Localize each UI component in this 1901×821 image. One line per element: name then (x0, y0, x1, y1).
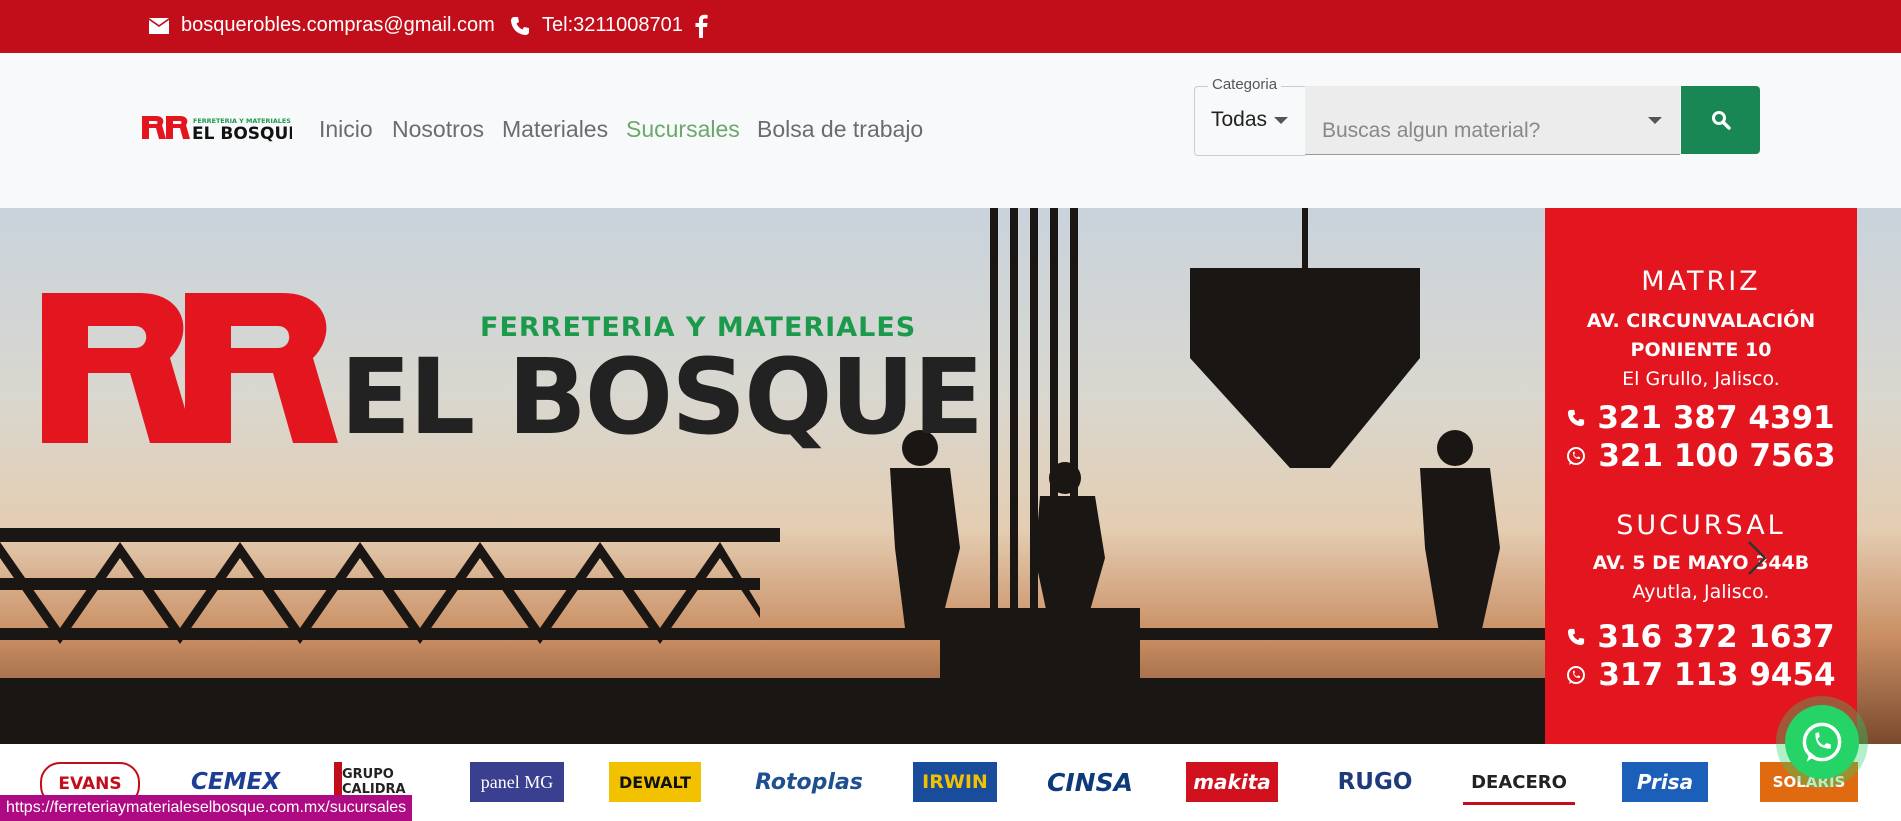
email-contact[interactable]: bosquerobles.compras@gmail.com (149, 14, 495, 37)
whatsapp-icon (1802, 722, 1842, 762)
search-button[interactable] (1681, 86, 1760, 154)
nav-nosotros[interactable]: Nosotros (392, 116, 484, 143)
sucursal-whatsapp-row: 317 113 9454 (1545, 657, 1857, 693)
sucursal-phone: 316 372 1637 (1597, 619, 1835, 655)
brand-logo-rugo[interactable]: RUGO (1330, 762, 1420, 802)
whatsapp-icon (1567, 447, 1586, 465)
category-label: Categoria (1208, 76, 1282, 93)
hero-brand-title: EL BOSQUE (340, 336, 984, 458)
chevron-right-icon (1748, 541, 1767, 575)
search-icon (1711, 111, 1731, 130)
carousel-next-button[interactable] (1745, 538, 1769, 583)
nav-bolsa-de-trabajo[interactable]: Bolsa de trabajo (757, 116, 923, 143)
matriz-address-2: PONIENTE 10 (1630, 339, 1772, 361)
nav-sucursales[interactable]: Sucursales (626, 116, 740, 143)
search-input[interactable] (1320, 118, 1624, 144)
matriz-whatsapp: 321 100 7563 (1598, 438, 1836, 474)
category-caret-icon (1274, 117, 1288, 124)
sucursal-city: Ayutla, Jalisco. (1632, 581, 1770, 603)
matriz-phone: 321 387 4391 (1597, 400, 1835, 436)
phone-icon (1568, 409, 1585, 427)
phone-icon (1568, 628, 1585, 646)
brand-logo-makita[interactable]: makita (1186, 762, 1278, 802)
brand-logo-irwin[interactable]: IRWIN (913, 762, 997, 802)
facebook-icon (695, 14, 708, 38)
nav-inicio[interactable]: Inicio (319, 116, 373, 143)
brand-logo-rotoplas[interactable]: Rotoplas (748, 762, 870, 802)
logo-mark (142, 116, 190, 139)
sucursal-title: SUCURSAL (1616, 510, 1786, 541)
matriz-city: El Grullo, Jalisco. (1622, 368, 1780, 390)
hero-carousel: FERRETERIA Y MATERIALES EL BOSQUE MATRIZ… (0, 208, 1901, 744)
sucursal-whatsapp: 317 113 9454 (1598, 657, 1836, 693)
sucursal-address: AV. 5 DE MAYO 344B (1592, 552, 1810, 574)
phone-icon (511, 16, 529, 35)
phone-text: Tel:3211008701 (542, 14, 683, 36)
hero-logo-mark (42, 293, 338, 443)
matriz-title: MATRIZ (1641, 266, 1761, 297)
search-dropdown-caret-icon[interactable] (1648, 117, 1662, 124)
site-logo[interactable]: FERRETERIA Y MATERIALES EL BOSQUE (140, 112, 300, 144)
top-contact-bar: bosquerobles.compras@gmail.com Tel:32110… (0, 0, 1901, 53)
branch-info-panel: MATRIZ AV. CIRCUNVALACIÓN PONIENTE 10 El… (1545, 208, 1857, 744)
matriz-address-1: AV. CIRCUNVALACIÓN (1586, 310, 1816, 332)
whatsapp-floating-button[interactable] (1776, 696, 1868, 788)
brand-logo-prisa[interactable]: Prisa (1622, 762, 1708, 802)
brand-logo-panel-mg[interactable]: panel MG (470, 762, 564, 802)
logo-title: EL BOSQUE (192, 124, 292, 142)
facebook-link[interactable] (694, 14, 708, 38)
matriz-phone-row: 321 387 4391 (1545, 400, 1857, 436)
brand-logo-cinsa[interactable]: CINSA (1040, 762, 1140, 802)
brand-logo-dewalt[interactable]: DEWALT (609, 762, 701, 802)
sucursal-phone-row: 316 372 1637 (1545, 619, 1857, 655)
status-bar-url: https://ferreteriaymaterialeselbosque.co… (0, 795, 413, 821)
email-text: bosquerobles.compras@gmail.com (181, 14, 495, 36)
matriz-whatsapp-row: 321 100 7563 (1545, 438, 1857, 474)
whatsapp-button-inner (1785, 705, 1859, 779)
whatsapp-icon (1567, 666, 1586, 684)
phone-contact[interactable]: Tel:3211008701 (510, 14, 683, 37)
nav-materiales[interactable]: Materiales (502, 116, 608, 143)
category-value: Todas (1211, 108, 1268, 131)
envelope-icon (149, 17, 169, 34)
brand-logo-deacero[interactable]: DEACERO (1463, 762, 1575, 805)
